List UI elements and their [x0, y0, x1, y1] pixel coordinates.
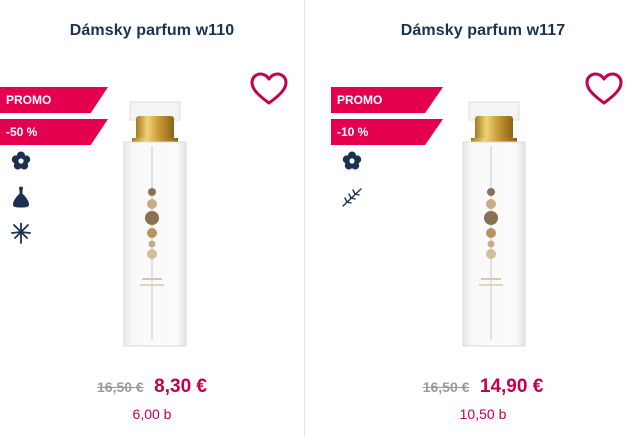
discount-badge: -10 %: [331, 119, 443, 145]
new-price: 8,30 €: [154, 376, 207, 397]
price-row: 16,50 € 14,90 €: [331, 376, 635, 398]
heart-icon[interactable]: [250, 72, 288, 106]
flower-icon: [342, 151, 362, 170]
flower-icon: [11, 151, 31, 170]
product-grid: Dámsky parfum w110 PROMO -50 % 16,50 € 8…: [0, 0, 635, 437]
perfume-bottle-image[interactable]: [120, 100, 190, 350]
perfume-bottle-image[interactable]: [459, 100, 529, 350]
price-row: 16,50 € 8,30 €: [0, 376, 304, 398]
promo-badge: PROMO: [0, 87, 108, 113]
card-divider: [304, 0, 305, 437]
product-title[interactable]: Dámsky parfum w117: [331, 22, 635, 40]
perfume-drop-icon: [13, 186, 29, 208]
branch-icon: [342, 188, 362, 207]
old-price: 16,50 €: [422, 379, 470, 395]
promo-badge: PROMO: [331, 87, 443, 113]
points-value: 6,00 b: [132, 406, 172, 422]
heart-icon[interactable]: [585, 72, 623, 106]
product-card[interactable]: Dámsky parfum w117 PROMO -10 % 16,50 € 1…: [331, 0, 635, 437]
old-price: 16,50 €: [97, 379, 144, 395]
discount-badge: -50 %: [0, 119, 108, 145]
palm-icon: [11, 222, 31, 244]
product-title[interactable]: Dámsky parfum w110: [0, 22, 304, 40]
points-value: 10,50 b: [459, 406, 507, 422]
new-price: 14,90 €: [479, 376, 544, 397]
product-card[interactable]: Dámsky parfum w110 PROMO -50 % 16,50 € 8…: [0, 0, 304, 437]
